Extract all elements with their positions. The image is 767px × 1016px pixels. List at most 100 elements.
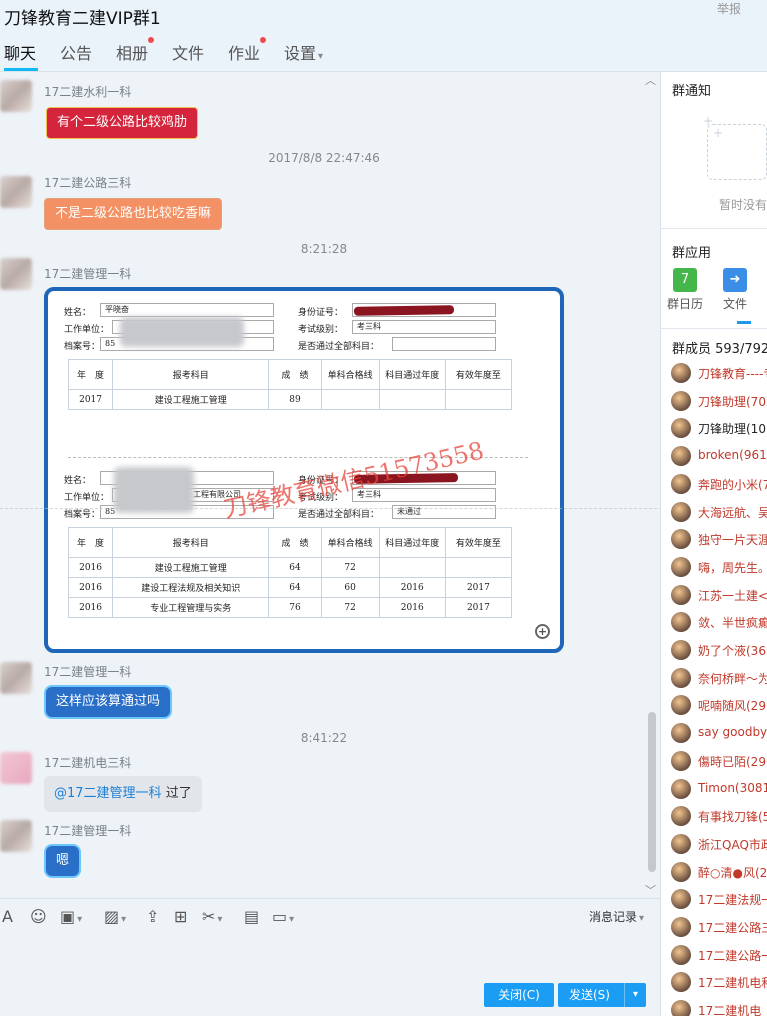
avatar bbox=[671, 972, 691, 993]
chevron-down-icon: ▾ bbox=[639, 913, 645, 924]
member-item[interactable]: 大海远航、吴 bbox=[671, 500, 767, 524]
avatar bbox=[671, 640, 691, 660]
member-item[interactable]: 刀锋助理(101 bbox=[671, 416, 767, 440]
member-item[interactable]: 奈何桥畔～为 bbox=[671, 666, 767, 690]
tab-settings[interactable]: 设置 ▾ bbox=[284, 40, 336, 72]
member-name: 浙江QAQ市政 bbox=[698, 837, 767, 852]
tab-chat[interactable]: 聊天 bbox=[4, 40, 56, 72]
member-item[interactable]: 浙江QAQ市政 bbox=[671, 832, 767, 856]
avatar[interactable] bbox=[0, 820, 32, 852]
member-name: 奔跑的小米(7 bbox=[698, 477, 767, 492]
mention-link[interactable]: @17二建管理一科 bbox=[54, 786, 162, 801]
avatar[interactable] bbox=[0, 752, 32, 784]
member-name: 刀锋助理(705 bbox=[698, 394, 767, 409]
zoom-in-icon[interactable]: + bbox=[535, 624, 550, 639]
score-table-1: 年 度 报考科目 成 绩 单科合格线 科目通过年度 有效年度至 2017 建设工… bbox=[67, 359, 513, 410]
member-item[interactable]: 醉○清●风(26 bbox=[671, 860, 767, 884]
member-item[interactable]: 17二建法规一 bbox=[671, 887, 767, 911]
chevron-down-icon[interactable]: ▾ bbox=[624, 983, 646, 1007]
overlay-dashed-line bbox=[0, 508, 767, 509]
group-sidebar: 群通知 + + 暂时没有 群应用 7 群日历 ➜ 文件 群成员 593/792 … bbox=[660, 72, 767, 1016]
scroll-up-icon[interactable]: ︿ bbox=[645, 72, 656, 88]
avatar bbox=[671, 944, 691, 965]
scroll-down-icon[interactable]: ﹀ bbox=[645, 882, 656, 898]
avatar bbox=[671, 889, 691, 910]
gift-icon[interactable]: ⊞ bbox=[174, 907, 187, 926]
passed-all-field bbox=[392, 337, 496, 351]
clipboard-icon[interactable]: ▤ bbox=[244, 907, 259, 926]
calendar-icon[interactable]: 7 bbox=[673, 268, 697, 292]
report-link[interactable]: 举报 bbox=[717, 0, 741, 17]
member-item[interactable]: 17二建公路三 bbox=[671, 915, 767, 939]
message-bubble[interactable]: @17二建管理一科 过了 bbox=[44, 776, 202, 812]
message-bubble[interactable]: 不是二级公路也比较吃香嘛 bbox=[44, 198, 223, 230]
close-button[interactable]: 关闭(C) bbox=[484, 983, 554, 1007]
app-label[interactable]: 文件 bbox=[723, 295, 747, 312]
member-name: 17二建机电 bbox=[698, 1004, 762, 1016]
member-item[interactable]: 独守一片天涯 bbox=[671, 527, 767, 551]
member-item[interactable]: 敛、半世疯癫 bbox=[671, 610, 767, 634]
avatar bbox=[671, 917, 691, 937]
member-item[interactable]: 17二建公路一 bbox=[671, 943, 767, 967]
member-item[interactable]: 傷時已陌(296 bbox=[671, 749, 767, 773]
member-name: 奶了个液(363 bbox=[698, 644, 767, 658]
member-item[interactable]: 17二建机电 bbox=[671, 998, 767, 1016]
member-item[interactable]: 嗨，周先生。 bbox=[671, 555, 767, 579]
member-name: 江苏一土建<c bbox=[698, 588, 767, 603]
member-item[interactable]: 奔跑的小米(7 bbox=[671, 472, 767, 496]
scissors-icon[interactable]: ✂ ▾ bbox=[202, 907, 222, 926]
unread-dot bbox=[260, 37, 266, 43]
tab-homework[interactable]: 作业 bbox=[228, 37, 280, 72]
notice-empty-text: 暂时没有 bbox=[719, 198, 767, 212]
folder-icon[interactable]: ➜ bbox=[723, 268, 747, 292]
message-history-button[interactable]: 消息记录 ▾ bbox=[589, 908, 644, 925]
avatar bbox=[671, 861, 691, 882]
app-label[interactable]: 群日历 bbox=[667, 295, 703, 312]
avatar[interactable] bbox=[0, 80, 32, 112]
avatar[interactable] bbox=[0, 258, 32, 290]
emoji-icon[interactable]: ☺ bbox=[30, 907, 47, 926]
member-item[interactable]: say goodbye(1 bbox=[671, 721, 767, 745]
tab-bar: 聊天 公告 相册 文件 作业 设置 ▾ bbox=[0, 37, 336, 72]
member-name: 17二建公路三 bbox=[698, 921, 767, 935]
member-item[interactable]: 奶了个液(363 bbox=[671, 638, 767, 662]
screenshot-icon[interactable]: ▭ ▾ bbox=[272, 907, 294, 926]
avatar[interactable] bbox=[0, 662, 32, 694]
member-name: say goodbye(1 bbox=[698, 725, 767, 740]
avatar bbox=[671, 612, 691, 633]
tab-files[interactable]: 文件 bbox=[172, 40, 224, 72]
member-item[interactable]: 刀锋教育----专 bbox=[671, 361, 767, 385]
member-item[interactable]: 有事找刀锋(5 bbox=[671, 804, 767, 828]
avatar bbox=[671, 667, 691, 688]
message-bubble[interactable]: 有个二级公路比较鸡肋 bbox=[46, 107, 199, 139]
gif-icon[interactable]: ▣ ▾ bbox=[60, 907, 82, 926]
member-name: Timon(308100 bbox=[698, 780, 767, 795]
tab-announcement[interactable]: 公告 bbox=[60, 40, 112, 72]
image-icon[interactable]: ▨ ▾ bbox=[104, 907, 126, 926]
member-item[interactable]: 呢喃随风(291 bbox=[671, 693, 767, 717]
member-item[interactable]: 刀锋助理(705 bbox=[671, 389, 767, 413]
page-indicator bbox=[737, 321, 751, 324]
message-bubble[interactable]: 嗯 bbox=[44, 844, 82, 878]
member-name: 傷時已陌(296 bbox=[698, 754, 767, 769]
font-icon[interactable]: A bbox=[2, 907, 13, 926]
member-name: 嗨，周先生。 bbox=[698, 560, 767, 575]
sparkle-icon: + bbox=[713, 126, 724, 140]
tab-album[interactable]: 相册 bbox=[116, 37, 168, 72]
avatar bbox=[671, 695, 691, 716]
score-report-image: 姓名： 平晓奋 身份证号： 工作单位： 考试级别： 考三科 档案号： 85 是否… bbox=[54, 295, 544, 645]
timestamp: 2017/8/8 22:47:46 bbox=[268, 151, 380, 165]
member-item[interactable]: 江苏一土建<c bbox=[671, 583, 767, 607]
avatar bbox=[671, 529, 691, 550]
member-item[interactable]: broken(961886 bbox=[671, 444, 767, 468]
send-button[interactable]: 发送(S) ▾ bbox=[558, 983, 646, 1007]
avatar[interactable] bbox=[0, 176, 32, 208]
avatar bbox=[671, 1000, 691, 1016]
sender-name: 17二建管理一科 bbox=[44, 824, 132, 838]
member-item[interactable]: Timon(308100 bbox=[671, 777, 767, 801]
scrollbar-thumb[interactable] bbox=[648, 712, 656, 872]
member-item[interactable]: 17二建机电和 bbox=[671, 970, 767, 994]
unread-dot bbox=[148, 37, 154, 43]
message-bubble[interactable]: 这样应该算通过吗 bbox=[44, 685, 173, 719]
upload-icon[interactable]: ⇪ bbox=[146, 907, 159, 926]
